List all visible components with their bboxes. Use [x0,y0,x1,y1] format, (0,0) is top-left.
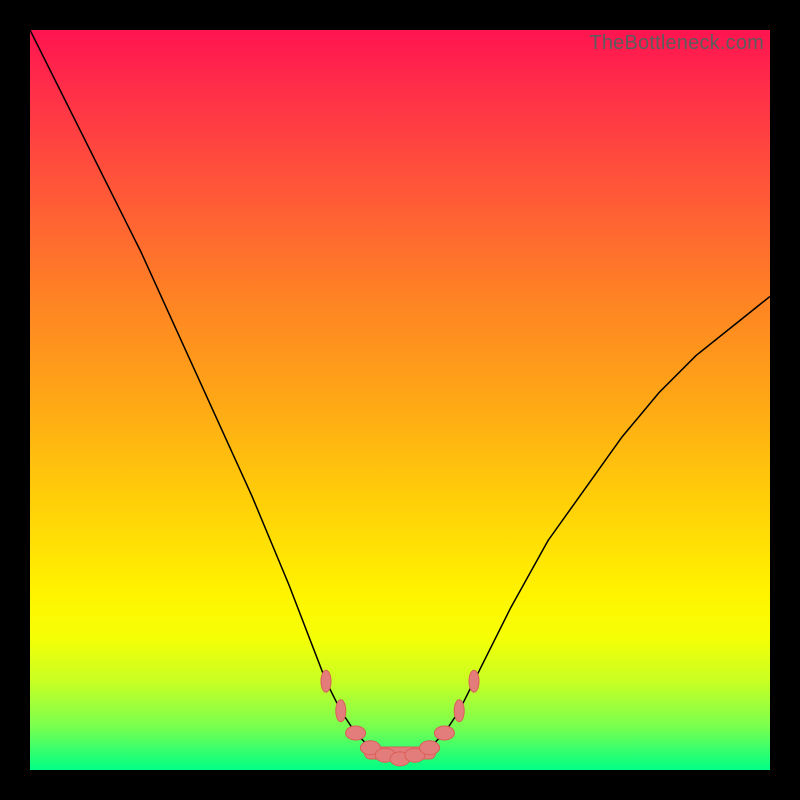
bottleneck-curve [30,30,770,759]
chart-svg [30,30,770,770]
curve-marker [375,748,395,762]
curve-marker [469,670,479,692]
markers-group [321,670,479,766]
curve-marker [390,752,410,766]
curve-marker [454,700,464,722]
curve-marker [420,741,440,755]
watermark-text: TheBottleneck.com [589,32,764,55]
chart-frame: TheBottleneck.com [0,0,800,800]
curve-marker [360,741,380,755]
curve-marker-center [364,747,435,759]
curve-marker [346,726,366,740]
curve-marker [434,726,454,740]
curve-marker [405,748,425,762]
curve-marker [321,670,331,692]
plot-area: TheBottleneck.com [30,30,770,770]
curve-marker [336,700,346,722]
